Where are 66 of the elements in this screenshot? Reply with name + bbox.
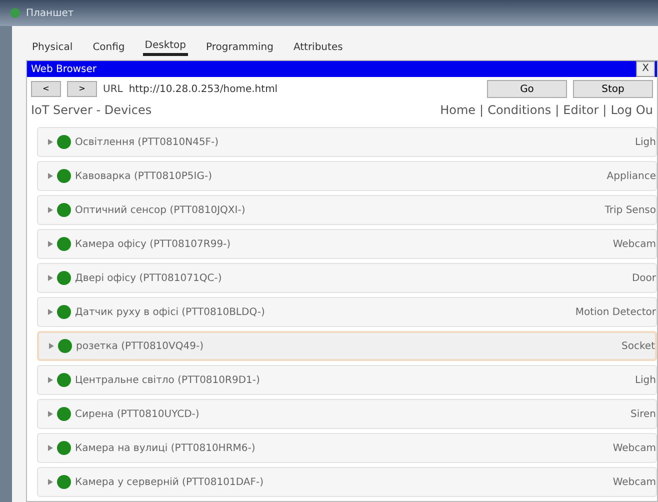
nav-link[interactable]: Log Ou (610, 103, 653, 117)
expand-icon[interactable] (48, 411, 53, 417)
device-name: Камера на вулиці (PTT0810HRM6-) (75, 442, 256, 456)
device-name: Датчик руху в офісі (PTT0810BLDQ-) (75, 306, 265, 320)
window-title: Планшет (26, 6, 74, 20)
expand-icon[interactable] (48, 173, 53, 179)
device-row[interactable]: Освітлення (PTT0810N45F-) Ligh (37, 127, 657, 157)
device-name: Камера офісу (PTT08107R99-) (75, 238, 231, 252)
separator: | (555, 103, 560, 117)
device-type: Ligh (634, 136, 656, 150)
separator: | (480, 103, 484, 117)
close-button[interactable]: X (636, 61, 655, 77)
expand-icon[interactable] (48, 377, 53, 383)
expand-icon[interactable] (49, 343, 54, 349)
nav-link[interactable]: Conditions (488, 103, 552, 117)
nav-link[interactable]: Home (440, 103, 476, 117)
back-button[interactable]: < (31, 81, 61, 97)
device-type: Motion Detector (575, 306, 656, 320)
tab[interactable]: Desktop (142, 38, 188, 56)
device-name: Центральне світло (PTT0810R9D1-) (75, 374, 260, 388)
device-name: розетка (PTT0810VQ49-) (76, 340, 204, 354)
stop-button[interactable]: Stop (573, 80, 653, 98)
device-type: Webcam (612, 476, 656, 490)
device-type: Trip Senso (604, 204, 656, 218)
page-heading: IoT Server - Devices (31, 102, 152, 119)
forward-button[interactable]: > (67, 81, 97, 97)
device-type: Door (632, 272, 656, 286)
expand-icon[interactable] (48, 139, 53, 145)
tab[interactable]: Physical (30, 40, 75, 54)
expand-icon[interactable] (48, 241, 53, 247)
expand-icon[interactable] (48, 479, 53, 485)
go-button[interactable]: Go (487, 80, 567, 98)
device-type: Socket (622, 340, 655, 354)
device-row[interactable]: Камера на вулиці (PTT0810HRM6-) Webcam (37, 433, 657, 463)
device-row[interactable]: Камера у серверній (PTT08101DAF-) Webcam (37, 467, 657, 497)
device-name: Освітлення (PTT0810N45F-) (75, 136, 219, 150)
url-label: URL (103, 82, 123, 96)
device-row[interactable]: Датчик руху в офісі (PTT0810BLDQ-) Motion Detector (37, 297, 657, 327)
device-type: Webcam (612, 442, 656, 456)
app-icon (8, 6, 22, 20)
device-name: Кавоварка (PTT0810P5IG-) (75, 170, 212, 184)
device-type: Siren (630, 408, 656, 422)
device-name: Сирена (PTT0810UYCD-) (75, 408, 200, 422)
browser-title: Web Browser (31, 62, 97, 76)
device-name: Двері офісу (PTT081071QC-) (75, 272, 222, 286)
expand-icon[interactable] (48, 309, 53, 315)
tab[interactable]: Programming (204, 40, 276, 54)
device-row[interactable]: Оптичний сенсор (PTT0810JQXI-) Trip Senso (37, 195, 657, 225)
device-name: Камера у серверній (PTT08101DAF-) (75, 476, 264, 490)
device-row[interactable]: Центральне світло (PTT0810R9D1-) Ligh (37, 365, 657, 395)
device-row[interactable]: Камера офісу (PTT08107R99-) Webcam (37, 229, 657, 259)
device-type: Appliance (606, 170, 656, 184)
device-row[interactable]: Кавоварка (PTT0810P5IG-) Appliance (37, 161, 657, 191)
tab[interactable]: Attributes (291, 40, 345, 54)
tab[interactable]: Config (90, 40, 127, 54)
device-name: Оптичний сенсор (PTT0810JQXI-) (75, 204, 246, 218)
expand-icon[interactable] (48, 275, 53, 281)
device-type: Webcam (612, 238, 656, 252)
expand-icon[interactable] (48, 445, 53, 451)
separator: | (602, 103, 607, 117)
device-row[interactable]: Сирена (PTT0810UYCD-) Siren (37, 399, 657, 429)
expand-icon[interactable] (48, 207, 53, 213)
device-row[interactable]: розетка (PTT0810VQ49-) Socket (37, 331, 657, 361)
nav-link[interactable]: Editor (563, 103, 599, 117)
device-type: Ligh (634, 374, 656, 388)
device-row[interactable]: Двері офісу (PTT081071QC-) Door (37, 263, 657, 293)
